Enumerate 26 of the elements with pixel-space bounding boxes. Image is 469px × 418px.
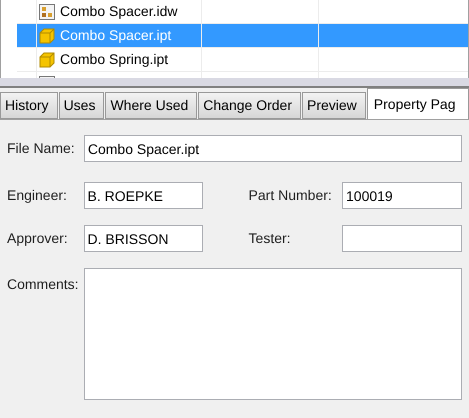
tab[interactable]: History <box>0 92 58 119</box>
field-label: Part Number: <box>248 186 333 205</box>
field-label: Engineer: <box>7 186 68 205</box>
field-label: Approver: <box>7 229 69 248</box>
cube-icon <box>39 52 55 68</box>
text-field[interactable]: B. ROEPKE <box>84 182 203 209</box>
text-field[interactable] <box>342 225 462 252</box>
field-label: Tester: <box>248 229 292 248</box>
tab[interactable]: Change Order <box>198 92 301 119</box>
tab[interactable]: Uses <box>58 92 104 119</box>
text-field[interactable]: 100019 <box>342 182 462 209</box>
drawing-file-icon <box>39 4 55 20</box>
text-field[interactable]: Combo Spacer.ipt <box>84 135 462 162</box>
file-name: Combo Spacer.ipt <box>60 26 172 45</box>
cube-icon <box>39 28 55 44</box>
field-label: File Name: <box>7 139 76 158</box>
file-name: Combo Spacer.idw <box>60 2 178 21</box>
tab[interactable]: Where Used <box>105 92 198 119</box>
file-name: Combo Spring.ipt <box>60 50 168 69</box>
text-field[interactable]: D. BRISSON <box>84 225 203 252</box>
list-row[interactable]: Combo Spring.ipt <box>17 48 468 72</box>
comments-field[interactable] <box>84 268 462 400</box>
tab[interactable]: Preview <box>302 92 366 119</box>
splitter-bar[interactable] <box>0 78 469 88</box>
tab[interactable]: Property Pag <box>366 88 469 119</box>
field-label: Comments: <box>7 275 80 294</box>
